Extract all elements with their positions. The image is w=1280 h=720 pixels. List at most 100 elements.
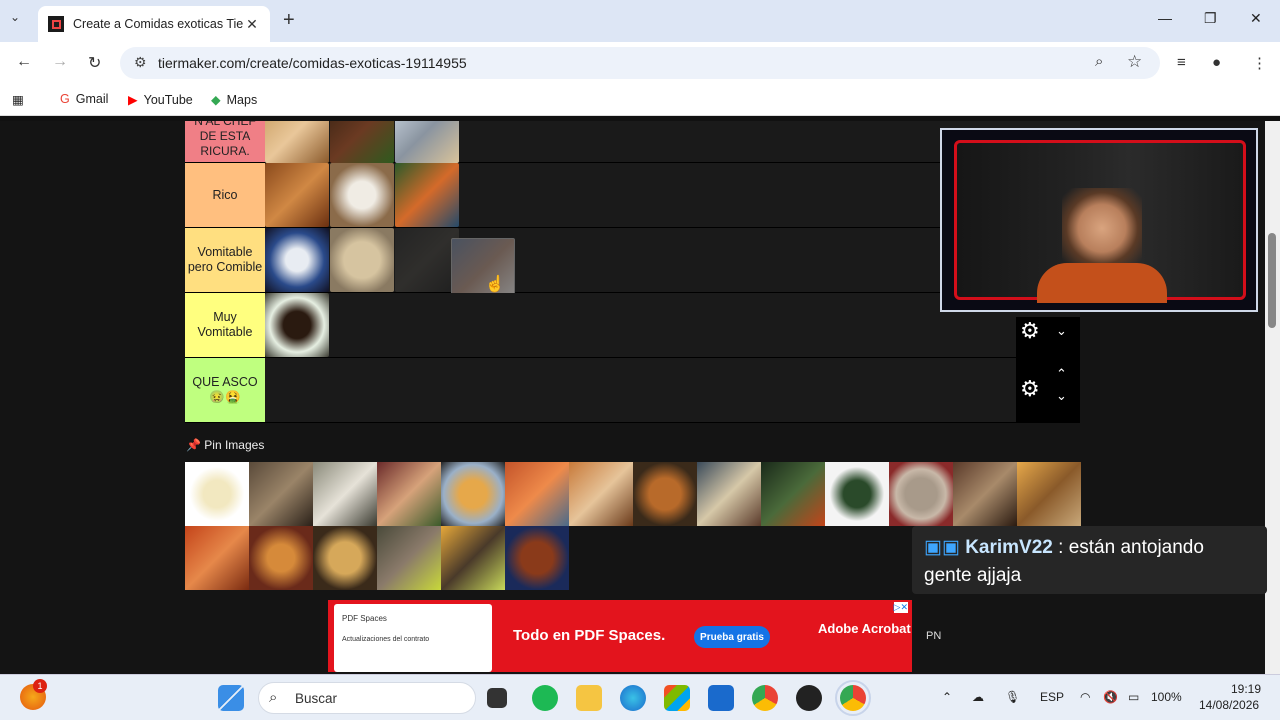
food-image[interactable] [395,121,459,163]
food-image[interactable] [330,163,394,227]
outlook-icon[interactable] [708,685,734,711]
food-image[interactable] [330,228,394,292]
windows-start-icon[interactable] [218,685,244,711]
pool-image[interactable] [441,462,505,526]
food-image[interactable] [330,121,394,163]
page-scrollbar[interactable] [1265,121,1280,674]
pool-image[interactable] [633,462,697,526]
pool-image[interactable] [185,526,249,590]
food-image[interactable] [265,293,329,357]
chat-badge-icon: ▣▣ [924,537,960,558]
chevron-down-icon[interactable]: ⌄ [1056,388,1067,404]
new-tab-button[interactable]: + [283,9,295,32]
bookmark-youtube[interactable]: ▶ YouTube [128,92,193,108]
minimize-icon[interactable]: — [1158,10,1172,26]
tier-label[interactable]: Rico [185,163,265,227]
restore-icon[interactable]: ❐ [1204,10,1217,27]
url-text[interactable]: tiermaker.com/create/comidas-exoticas-19… [158,55,467,71]
tray-overflow-icon[interactable]: ⌃ [942,690,952,704]
pin-images-label: Pin Images [204,438,265,452]
close-tab-icon[interactable]: ✕ [244,16,260,33]
forward-icon[interactable]: → [52,53,68,71]
clock-date[interactable]: 14/08/2026 [1199,698,1259,712]
pool-image[interactable] [185,462,249,526]
ad-choices-icon[interactable]: ▷✕ [893,602,908,613]
pool-image[interactable] [697,462,761,526]
tier-label[interactable]: QUE ASCO 🤢🤮 [185,358,265,422]
apps-grid-icon[interactable]: ▦ [12,92,24,107]
file-explorer-icon[interactable] [576,685,602,711]
bookmark-star-icon[interactable]: ☆ [1127,52,1142,72]
pool-image[interactable] [249,526,313,590]
pin-icon: 📌 [186,438,201,452]
volume-muted-icon[interactable]: 🔇 [1103,690,1118,704]
food-image-placeholder[interactable] [395,228,459,292]
gmail-icon: G [60,92,70,106]
bookmark-maps[interactable]: ◆ Maps [211,92,257,108]
microphone-icon[interactable]: 🎙 [1005,690,1020,704]
wifi-icon[interactable]: ◠ [1080,690,1090,704]
language-indicator[interactable]: ESP [1040,690,1064,704]
pool-image[interactable] [569,462,633,526]
pool-image[interactable] [313,526,377,590]
edge-icon[interactable] [620,685,646,711]
bookmark-gmail[interactable]: G Gmail [60,92,108,106]
chrome-active-icon[interactable] [835,680,871,716]
pool-image[interactable] [505,526,569,590]
profile-avatar-icon[interactable]: ● [1212,54,1221,71]
food-image[interactable] [395,163,459,227]
tier-label[interactable]: Vomitable pero Comible [185,228,265,292]
pool-image[interactable] [889,462,953,526]
chat-separator: : [1052,537,1069,558]
pool-image[interactable] [441,526,505,590]
pool-image[interactable] [1017,462,1081,526]
obs-icon[interactable] [796,685,822,711]
ad-thumb-title: PDF Spaces [342,614,387,623]
ad-thumb-text: Actualizaciones del contrato [342,636,430,643]
food-image[interactable] [265,121,329,163]
spotify-icon[interactable] [532,685,558,711]
food-image[interactable] [265,228,329,292]
search-icon: ⌕ [269,689,278,706]
taskbar-search[interactable]: ⌕ Buscar [258,682,476,714]
task-view-icon[interactable] [487,688,507,708]
tier-label[interactable]: Muy Vomitable [185,293,265,357]
close-window-icon[interactable]: ✕ [1250,10,1262,27]
tab-search-icon[interactable]: ⌄ [10,10,20,24]
pool-image[interactable] [761,462,825,526]
windows-taskbar: 1 ⌕ Buscar ⌃ ☁ 🎙 ESP ◠ 🔇 ▭ 100% 19:19 14/… [0,674,1280,720]
settings-gear-icon[interactable]: ⚙ [1020,376,1040,402]
food-image[interactable] [265,163,329,227]
battery-icon[interactable]: ▭ [1128,690,1139,704]
pool-image[interactable] [377,462,441,526]
address-bar[interactable]: ⚙ tiermaker.com/create/comidas-exoticas-… [120,47,1160,79]
active-tab[interactable]: Create a Comidas exoticas Tier List ✕ [38,6,270,42]
adobe-ad-banner[interactable]: PDF Spaces Actualizaciones del contrato … [328,600,912,672]
ad-cta-button[interactable]: Prueba gratis [694,626,770,648]
youtube-icon: ▶ [128,93,138,107]
clock-time[interactable]: 19:19 [1231,682,1261,696]
reload-icon[interactable]: ↻ [88,53,101,73]
scrollbar-thumb[interactable] [1268,233,1276,328]
chevron-up-icon[interactable]: ⌃ [1056,366,1067,382]
media-control-icon[interactable]: ≡ [1177,54,1186,71]
menu-kebab-icon[interactable]: ⋮ [1252,54,1267,72]
pool-image[interactable] [249,462,313,526]
back-icon[interactable]: ← [16,53,32,71]
tab-title: Create a Comidas exoticas Tier List [73,17,244,31]
chevron-down-icon[interactable]: ⌄ [1056,323,1067,339]
settings-gear-icon[interactable]: ⚙ [1020,318,1040,344]
microsoft-store-icon[interactable] [664,685,690,711]
pool-image[interactable] [313,462,377,526]
zoom-icon[interactable]: ⌕ [1095,53,1103,70]
pool-image[interactable] [953,462,1017,526]
onedrive-icon[interactable]: ☁ [972,690,984,704]
bookmark-label: Gmail [75,92,109,106]
pool-image[interactable] [825,462,889,526]
pin-images-header[interactable]: 📌 Pin Images [186,438,264,452]
pool-image[interactable] [377,526,441,590]
pool-image[interactable] [505,462,569,526]
chrome-icon[interactable] [752,685,778,711]
site-info-icon[interactable]: ⚙ [134,54,147,71]
tier-label[interactable]: N AL CHEF DE ESTA RICURA. [185,121,265,162]
